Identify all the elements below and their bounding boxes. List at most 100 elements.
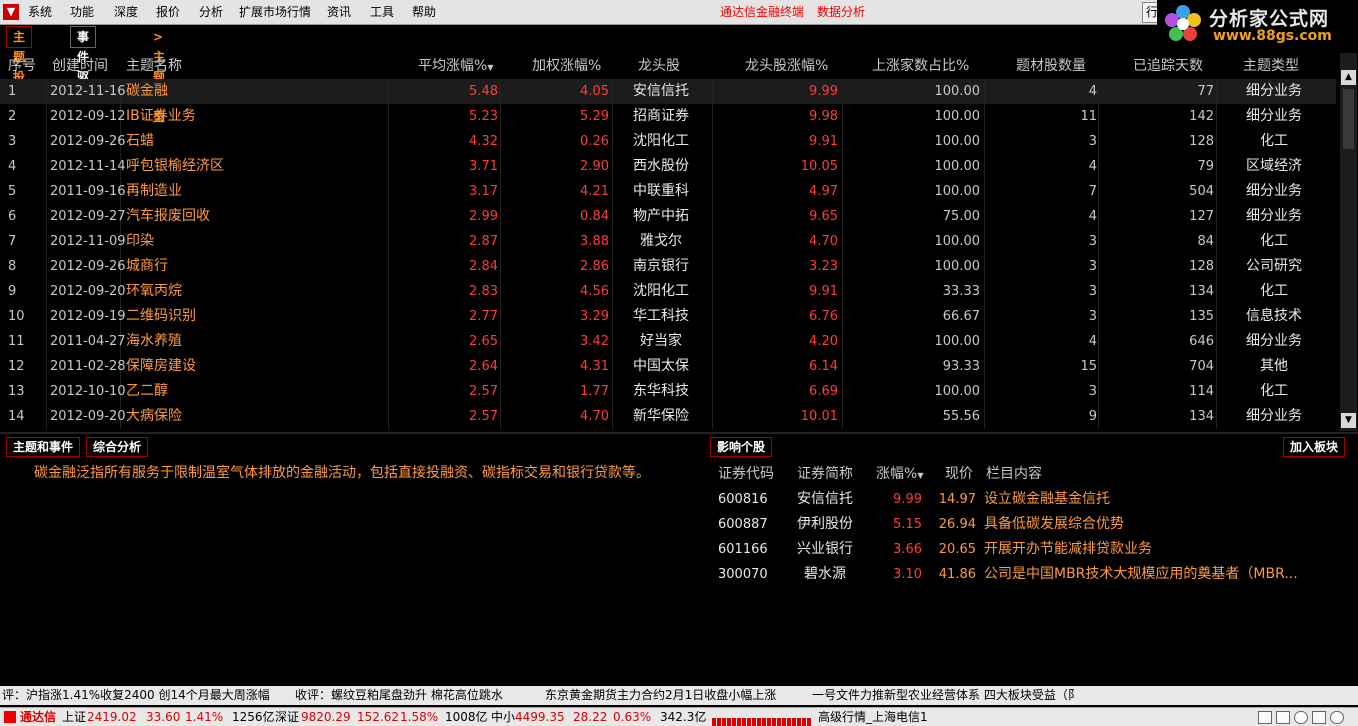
column-divider: [46, 304, 47, 329]
cell-days: 646: [1189, 334, 1214, 349]
impact-cell-code: 600816: [718, 492, 768, 507]
table-row[interactable]: 14 2012-09-20 大病保险 2.57 4.70 新华保险 10.01 55.56 9 1…: [0, 404, 1336, 429]
cell-no: 1: [8, 84, 17, 99]
impact-header-name[interactable]: 证券简称: [797, 462, 853, 487]
column-divider: [1098, 129, 1099, 154]
table-row[interactable]: 4 2012-11-14 呼包银榆经济区 3.71 2.90 西水股份 10.05 100.0…: [0, 154, 1336, 179]
column-divider: [842, 304, 843, 329]
cell-no: 14: [8, 409, 25, 424]
menu-analysis[interactable]: 分析: [199, 0, 223, 24]
signal-icon[interactable]: [1312, 711, 1326, 724]
column-divider: [1216, 229, 1217, 254]
cell-date: 2011-09-16: [50, 184, 126, 199]
menu-system[interactable]: 系统: [28, 0, 52, 24]
table-row[interactable]: 13 2012-10-10 乙二醇 2.57 1.77 东华科技 6.69 100.00 3 11…: [0, 379, 1336, 404]
col-header-lead[interactable]: 龙头股: [638, 53, 680, 79]
mail-icon[interactable]: [1258, 711, 1272, 724]
table-row[interactable]: 3 2012-09-26 石蜡 4.32 0.26 沈阳化工 9.91 100.00 3 128 化…: [0, 129, 1336, 154]
cell-date: 2012-09-20: [50, 409, 126, 424]
cell-no: 13: [8, 384, 25, 399]
col-header-no[interactable]: 序号: [8, 53, 36, 79]
table-row[interactable]: 12 2011-02-28 保障房建设 2.64 4.31 中国太保 6.14 93.33 15…: [0, 354, 1336, 379]
column-divider: [712, 179, 713, 204]
col-header-wavg[interactable]: 加权涨幅%: [532, 53, 601, 79]
clock-icon[interactable]: [1294, 711, 1308, 724]
server-name[interactable]: 高级行情_上海电信1: [818, 708, 928, 726]
column-divider: [984, 229, 985, 254]
tab-theme-event[interactable]: 主题和事件: [6, 437, 81, 457]
sz-index-label: 深证: [275, 710, 300, 724]
cell-date: 2012-09-12: [50, 109, 126, 124]
table-scrollbar[interactable]: ▲ ▼: [1340, 53, 1357, 431]
impact-header-price[interactable]: 现价: [945, 462, 973, 487]
tab-event-driven[interactable]: 事件驱动: [70, 26, 97, 104]
menu-ext-market[interactable]: 扩展市场行情: [239, 0, 311, 24]
col-header-name[interactable]: 主题名称: [126, 53, 182, 79]
column-divider: [842, 254, 843, 279]
cell-lead-pct: 9.65: [809, 209, 838, 224]
menu-info[interactable]: 资讯: [327, 0, 351, 24]
cell-avg: 4.32: [469, 134, 498, 149]
brand-name: 分析家公式网: [1209, 8, 1330, 30]
cell-days: 114: [1189, 384, 1214, 399]
tab-analysis[interactable]: 综合分析: [86, 437, 149, 457]
scroll-up-icon[interactable]: ▲: [1341, 70, 1356, 85]
menu-function[interactable]: 功能: [70, 0, 94, 24]
cell-date: 2012-11-09: [50, 234, 126, 249]
impact-header-code[interactable]: 证券代码: [718, 462, 774, 487]
tab-theme-type[interactable]: >主题类型: [146, 26, 172, 124]
column-divider: [500, 229, 501, 254]
tab-impact-stocks[interactable]: 影响个股: [710, 437, 773, 457]
menu-help[interactable]: 帮助: [412, 0, 436, 24]
scroll-down-icon[interactable]: ▼: [1341, 413, 1356, 428]
ticker-item[interactable]: 一号文件力推新型农业经营体系 四大板块受益（阝: [812, 686, 1080, 705]
table-row[interactable]: 6 2012-09-27 汽车报废回收 2.99 0.84 物产中拓 9.65 75.00 4 1…: [0, 204, 1336, 229]
column-divider: [842, 129, 843, 154]
scroll-thumb[interactable]: [1343, 89, 1354, 149]
impact-row[interactable]: 300070 碧水源 3.10 41.86 公司是中国MBR技术大规模应用的奠基者（MB…: [710, 562, 1350, 587]
col-header-avg[interactable]: 平均涨幅%▼: [418, 53, 493, 79]
impact-row[interactable]: 601166 兴业银行 3.66 20.65 开展开办节能减排贷款业务: [710, 537, 1350, 562]
table-row[interactable]: 1 2012-11-16 碳金融 5.48 4.05 安信信托 9.99 100.00 4 77 细…: [0, 79, 1336, 104]
impact-header-pct[interactable]: 涨幅%▼: [876, 462, 923, 487]
menu-quote[interactable]: 报价: [156, 0, 180, 24]
column-divider: [500, 154, 501, 179]
impact-row[interactable]: 600816 安信信托 9.99 14.97 设立碳金融基金信托: [710, 487, 1350, 512]
column-divider: [46, 129, 47, 154]
ticker-item[interactable]: 东京黄金期货主力合约2月1日收盘小幅上涨: [545, 686, 776, 705]
impact-row[interactable]: 600887 伊利股份 5.15 26.94 具备低碳发展综合优势: [710, 512, 1350, 537]
cell-count: 3: [1088, 234, 1097, 249]
menu-depth[interactable]: 深度: [114, 0, 138, 24]
table-row[interactable]: 7 2012-11-09 印染 2.87 3.88 雅戈尔 4.70 100.00 3 84 化工: [0, 229, 1336, 254]
ticker-item[interactable]: 评：沪指涨1.41%收复2400 创14个月最大周涨幅: [2, 686, 270, 705]
col-header-lead-pct[interactable]: 龙头股涨幅%: [745, 53, 828, 79]
cell-lead: 南京银行: [633, 258, 689, 274]
message-icon[interactable]: [1276, 711, 1290, 724]
tab-theme-invest[interactable]: 主题投资: [6, 26, 33, 104]
col-header-count[interactable]: 题材股数量: [1016, 53, 1086, 79]
cell-type: 化工: [1260, 133, 1288, 149]
ticker-item[interactable]: 收评：螺纹豆粕尾盘劲升 棉花高位跳水: [295, 686, 503, 705]
cell-lead-pct: 9.99: [809, 84, 838, 99]
menu-tools[interactable]: 工具: [370, 0, 394, 24]
cell-date: 2012-10-10: [50, 384, 126, 399]
col-header-date[interactable]: 创建时间: [52, 53, 108, 79]
impact-header-content[interactable]: 栏目内容: [986, 462, 1042, 487]
col-header-up-ratio[interactable]: 上涨家数占比%: [872, 53, 969, 79]
menu-bar: ▼ 系统 功能 深度 报价 分析 扩展市场行情 资讯 工具 帮助 通达信金融终端…: [0, 0, 1358, 25]
column-divider: [46, 79, 47, 104]
column-divider: [500, 254, 501, 279]
table-row[interactable]: 9 2012-09-20 环氧丙烷 2.83 4.56 沈阳化工 9.91 33.33 3 134…: [0, 279, 1336, 304]
add-block-button[interactable]: 加入板块: [1283, 437, 1346, 457]
table-row[interactable]: 2 2012-09-12 IB证券业务 5.23 5.29 招商证券 9.98 100.00 1…: [0, 104, 1336, 129]
table-row[interactable]: 10 2012-09-19 二维码识别 2.77 3.29 华工科技 6.76 66.67 3 1…: [0, 304, 1336, 329]
col-header-days[interactable]: 已追踪天数: [1133, 53, 1203, 79]
column-divider: [612, 104, 613, 129]
cell-days: 134: [1189, 284, 1214, 299]
globe-icon[interactable]: [1330, 711, 1344, 724]
cell-type: 公司研究: [1246, 258, 1302, 274]
table-row[interactable]: 8 2012-09-26 城商行 2.84 2.86 南京银行 3.23 100.00 3 128…: [0, 254, 1336, 279]
table-row[interactable]: 11 2011-04-27 海水养殖 2.65 3.42 好当家 4.20 100.00 4 64…: [0, 329, 1336, 354]
col-header-type[interactable]: 主题类型: [1243, 53, 1299, 79]
table-row[interactable]: 5 2011-09-16 再制造业 3.17 4.21 中联重科 4.97 100.00 7 50…: [0, 179, 1336, 204]
